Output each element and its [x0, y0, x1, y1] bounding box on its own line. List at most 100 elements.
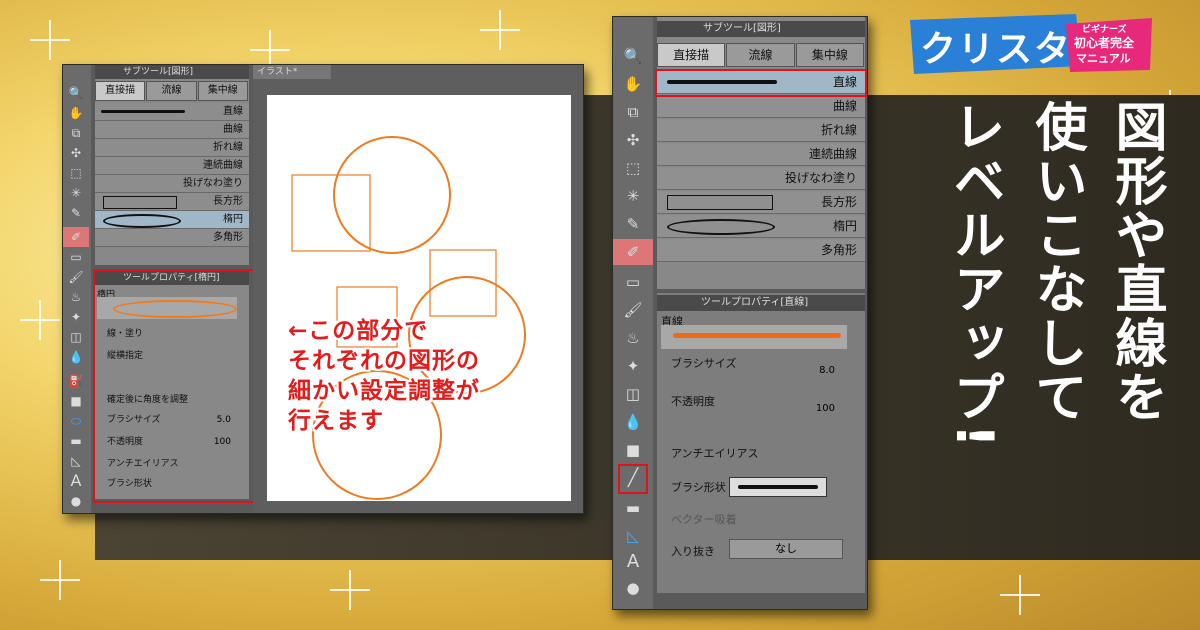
brush-shape-select[interactable]: [729, 477, 827, 497]
left-item-polygon[interactable]: 多角形: [95, 229, 249, 247]
annotation-line: それぞれの図形の: [288, 348, 480, 374]
select-icon[interactable]: ✣: [63, 143, 89, 163]
left-item-label: 連続曲線: [203, 160, 243, 171]
eraser-icon[interactable]: ▭: [63, 247, 89, 267]
balloon-icon[interactable]: ●: [63, 491, 89, 511]
tab-direct[interactable]: 直接描: [95, 81, 146, 101]
blend-icon[interactable]: ◫: [613, 381, 653, 407]
left-item-label: 直線: [223, 106, 243, 117]
shape-square: [291, 174, 371, 252]
tab-focusline[interactable]: 集中線: [197, 81, 248, 101]
sparkle: [40, 560, 80, 600]
entry-exit-select[interactable]: なし: [729, 539, 843, 559]
right-item-polyline[interactable]: 折れ線: [657, 119, 865, 142]
headline-col1: 図形や直線を: [1106, 100, 1166, 424]
rect-preview: [667, 195, 773, 210]
fill-icon[interactable]: 💧: [613, 409, 653, 435]
right-item-label: 長方形: [820, 195, 857, 209]
ellipse-tool-icon[interactable]: ⬭: [63, 411, 89, 431]
annotation-line: 行えます: [288, 408, 384, 434]
right-item-lasso[interactable]: 投げなわ塗り: [657, 167, 865, 190]
ruler-icon[interactable]: ◺: [613, 523, 653, 549]
text-icon[interactable]: A: [63, 471, 89, 491]
tab-focusline[interactable]: 集中線: [795, 43, 864, 67]
airbrush-icon[interactable]: ♨: [63, 287, 89, 307]
fill-icon[interactable]: 💧: [63, 347, 89, 367]
wand-icon[interactable]: ✳: [613, 183, 653, 209]
bucket-icon[interactable]: ⛽: [63, 371, 89, 391]
right-property-panel: ツールプロパティ[直線] 直線 ブラシサイズ 8.0 不透明度 100 アンチエ…: [657, 293, 865, 593]
eyedropper-icon[interactable]: ✎: [63, 203, 89, 223]
text-icon[interactable]: A: [613, 549, 653, 575]
annotation-text: ←この部分で それぞれの図形の 細かい設定調整が 行えます: [288, 316, 480, 436]
highlight-line-item: [655, 69, 867, 97]
line-stroke-preview: [673, 333, 841, 338]
prop-vector-snap[interactable]: ベクター吸着: [657, 511, 865, 527]
decoration-icon[interactable]: ✦: [613, 353, 653, 379]
right-item-ellipse[interactable]: 楕円: [657, 215, 865, 238]
headline-col2: 使いこなして: [1026, 100, 1086, 424]
airbrush-icon[interactable]: ♨: [613, 325, 653, 351]
hand-icon[interactable]: ✋: [63, 103, 89, 123]
left-item-ellipse[interactable]: 楕円: [95, 211, 249, 229]
right-item-label: 楕円: [832, 219, 857, 233]
wand-icon[interactable]: ✳: [63, 183, 89, 203]
zoom-icon[interactable]: 🔍: [63, 83, 89, 103]
opacity-value[interactable]: 100: [816, 403, 835, 414]
marquee-icon[interactable]: ⬚: [63, 163, 89, 183]
right-item-label: 曲線: [832, 99, 857, 113]
ellipse-preview: [103, 214, 181, 228]
left-item-lasso[interactable]: 投げなわ塗り: [95, 175, 249, 193]
annotation-line: ←この部分で: [288, 318, 429, 344]
blend-icon[interactable]: ◫: [63, 327, 89, 347]
hand-icon[interactable]: ✋: [613, 71, 653, 97]
tab-speedline[interactable]: 流線: [726, 43, 795, 67]
right-item-curve[interactable]: 曲線: [657, 95, 865, 118]
left-item-line[interactable]: 直線: [95, 103, 249, 121]
canvas-area: イラスト*: [253, 65, 583, 513]
pen-icon[interactable]: ✐: [613, 239, 653, 265]
right-subtool-panel: サブツール[図形] 直接描 流線 集中線 直線 曲線 折れ線 連続曲線 投げなわ…: [657, 17, 865, 289]
logo: クリスタ ビギナーズ 初心者完全 マニュアル: [906, 10, 1156, 80]
right-item-label: 折れ線: [820, 123, 857, 137]
layer-move-icon[interactable]: ⧉: [63, 123, 89, 143]
drawing-canvas[interactable]: [267, 95, 571, 501]
prop-antialias[interactable]: アンチエイリアス: [657, 445, 865, 461]
layer-move-icon[interactable]: ⧉: [613, 99, 653, 125]
left-item-spline[interactable]: 連続曲線: [95, 157, 249, 175]
right-toolbar: 🔍 ✋ ⧉ ✣ ⬚ ✳ ✎ ✐ ▭ 🖌 ♨ ✦ ◫ 💧 ■ ╱ ▬ ◺ A ●: [613, 17, 653, 609]
brush-icon[interactable]: 🖌: [613, 297, 653, 323]
frame-icon[interactable]: ▬: [63, 431, 89, 451]
tab-speedline[interactable]: 流線: [146, 81, 197, 101]
tab-direct[interactable]: 直接描: [657, 43, 726, 67]
frame-icon[interactable]: ▬: [613, 495, 653, 521]
brush-icon[interactable]: 🖌: [63, 267, 89, 287]
brush-size-value[interactable]: 8.0: [819, 365, 835, 376]
marquee-icon[interactable]: ⬚: [613, 155, 653, 181]
ruler-icon[interactable]: ◺: [63, 451, 89, 471]
sparkle: [480, 10, 520, 50]
right-prop-title: ツールプロパティ[直線]: [657, 295, 865, 311]
gradient-icon[interactable]: ■: [63, 391, 89, 411]
right-item-polygon[interactable]: 多角形: [657, 239, 865, 262]
left-item-curve[interactable]: 曲線: [95, 121, 249, 139]
pen-icon[interactable]: ✐: [63, 227, 89, 247]
select-icon[interactable]: ✣: [613, 127, 653, 153]
highlight-line-tool: [618, 464, 648, 494]
logo-main: クリスタ: [920, 29, 1073, 70]
right-item-spline[interactable]: 連続曲線: [657, 143, 865, 166]
zoom-icon[interactable]: 🔍: [613, 43, 653, 69]
headline-col3: レベルアップ!: [944, 100, 1004, 450]
eyedropper-icon[interactable]: ✎: [613, 211, 653, 237]
balloon-icon[interactable]: ●: [613, 575, 653, 601]
decoration-icon[interactable]: ✦: [63, 307, 89, 327]
brush-shape-preview: [738, 485, 818, 489]
gradient-icon[interactable]: ■: [613, 437, 653, 463]
eraser-icon[interactable]: ▭: [613, 269, 653, 295]
right-item-rect[interactable]: 長方形: [657, 191, 865, 214]
left-item-polyline[interactable]: 折れ線: [95, 139, 249, 157]
left-item-rect[interactable]: 長方形: [95, 193, 249, 211]
right-item-label: 投げなわ塗り: [784, 171, 857, 185]
canvas-tab[interactable]: イラスト*: [253, 65, 331, 79]
right-item-label: 多角形: [820, 243, 857, 257]
